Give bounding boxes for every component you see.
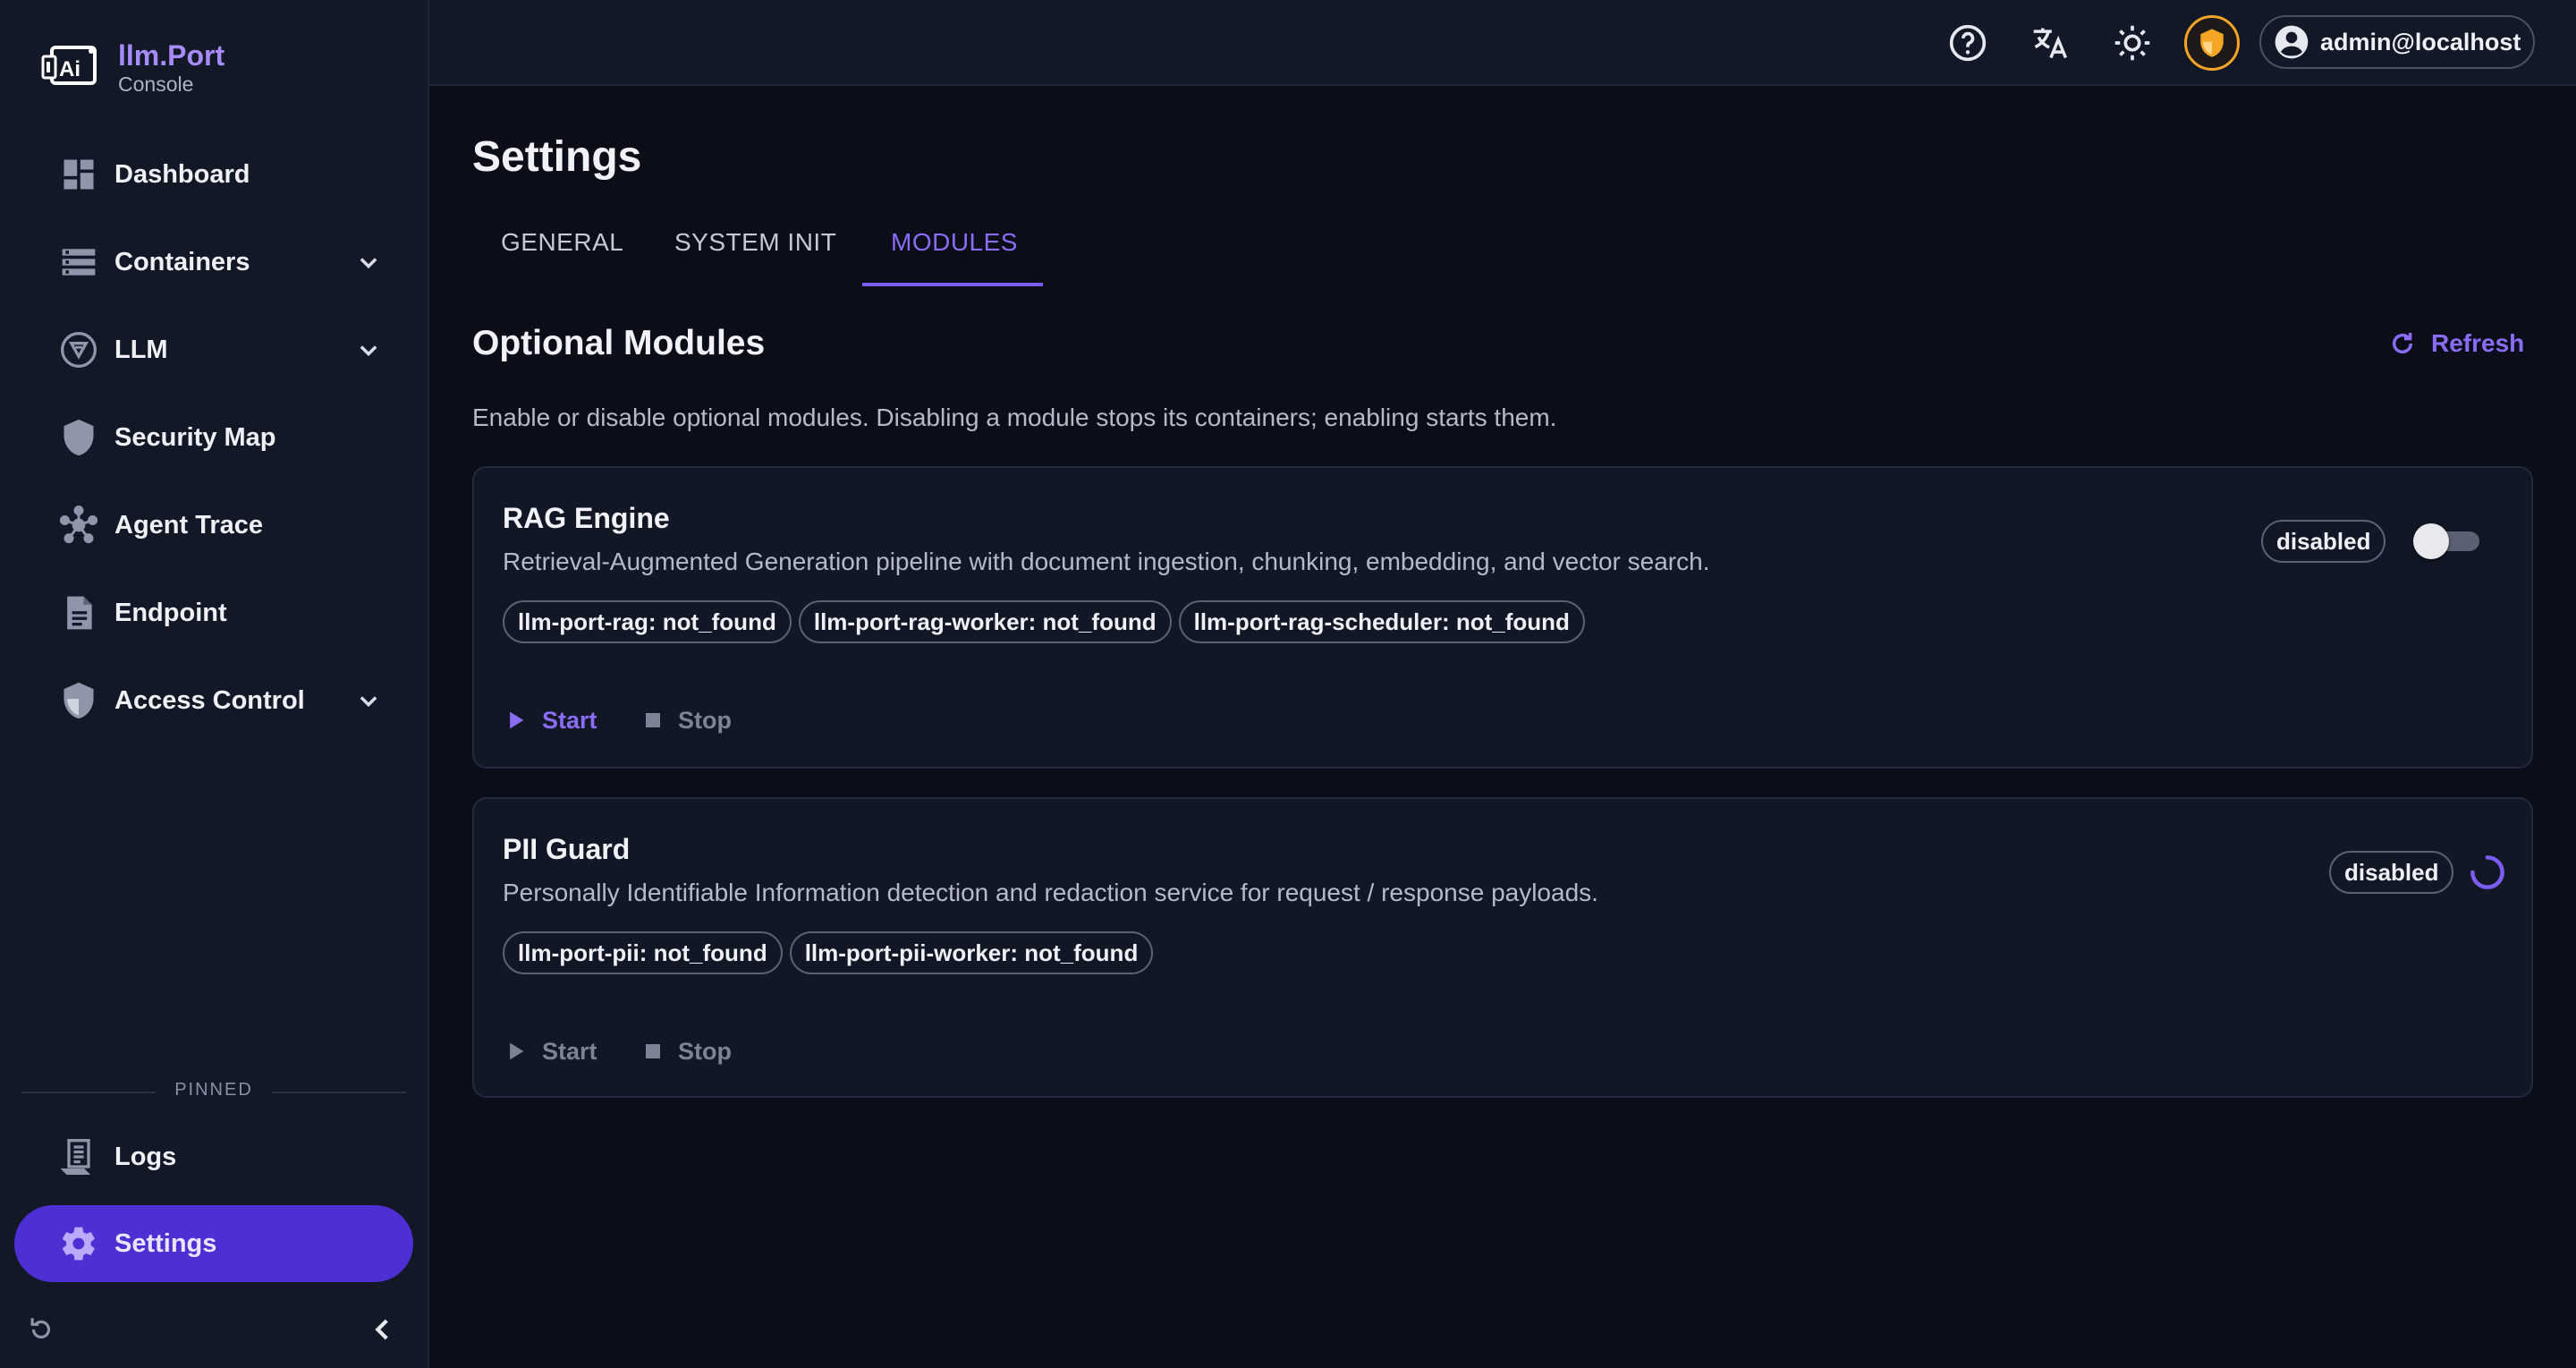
- brand[interactable]: Ai llm.Port Console: [39, 36, 225, 100]
- sidebar-item-label: LLM: [114, 335, 168, 364]
- dashboard-icon: [59, 155, 98, 194]
- brand-name: llm.Port: [118, 39, 225, 72]
- account-circle-icon: [2275, 25, 2309, 59]
- play-icon: [510, 711, 524, 729]
- sidebar: Ai llm.Port Console Dashboard Containers: [0, 0, 429, 1368]
- chevron-down-icon: [360, 258, 377, 269]
- sidebar-item-label: Dashboard: [114, 159, 250, 189]
- container-chips: llm-port-rag: not_found llm-port-rag-wor…: [503, 600, 1592, 643]
- container-chip: llm-port-pii: not_found: [503, 931, 783, 974]
- section-title: Optional Modules: [472, 324, 766, 362]
- module-enable-toggle[interactable]: [2413, 523, 2481, 559]
- section-description: Enable or disable optional modules. Disa…: [472, 404, 1557, 431]
- module-description: Retrieval-Augmented Generation pipeline …: [503, 548, 1710, 575]
- app-root: Ai llm.Port Console Dashboard Containers: [0, 0, 2576, 1368]
- sidebar-item-label: Logs: [114, 1142, 177, 1171]
- document-icon: [59, 593, 98, 633]
- start-label: Start: [542, 1037, 597, 1065]
- help-icon: [1949, 24, 1987, 62]
- restart-icon: [30, 1318, 50, 1338]
- stop-icon: [646, 713, 660, 727]
- stop-button[interactable]: Stop: [642, 702, 732, 738]
- active-tab-indicator: [862, 283, 1043, 286]
- shield-warning-icon: [2200, 29, 2224, 57]
- status-badge: disabled: [2261, 520, 2386, 563]
- sidebar-item-label: Settings: [114, 1228, 217, 1258]
- start-button[interactable]: Start: [503, 702, 597, 738]
- user-menu-button[interactable]: admin@localhost: [2259, 15, 2535, 69]
- loading-spinner-icon: [2470, 855, 2504, 889]
- sidebar-item-access-control[interactable]: Access Control: [14, 662, 413, 739]
- collapse-sidebar-button[interactable]: [363, 1310, 402, 1349]
- brand-subtitle: Console: [118, 72, 194, 96]
- sun-icon: [2114, 25, 2150, 61]
- page-title: Settings: [472, 133, 642, 181]
- stop-label: Stop: [678, 706, 732, 734]
- sidebar-item-containers[interactable]: Containers: [14, 224, 413, 301]
- container-chip: llm-port-rag-worker: not_found: [798, 600, 1172, 643]
- sidebar-item-settings[interactable]: Settings: [14, 1205, 413, 1282]
- container-chip: llm-port-rag-scheduler: not_found: [1178, 600, 1585, 643]
- theme-toggle-button[interactable]: [2111, 21, 2154, 64]
- sidebar-item-label: Security Map: [114, 422, 276, 452]
- logs-icon: [59, 1137, 98, 1177]
- start-label: Start: [542, 706, 597, 734]
- tab-system-init[interactable]: SYSTEM INIT: [674, 228, 836, 257]
- access-shield-icon: [59, 681, 98, 720]
- topbar: admin@localhost: [429, 0, 2576, 86]
- stop-button[interactable]: Stop: [642, 1033, 732, 1069]
- sidebar-item-endpoint[interactable]: Endpoint: [14, 574, 413, 651]
- refresh-icon: [2392, 333, 2413, 354]
- user-name: admin@localhost: [2320, 28, 2521, 55]
- start-button[interactable]: Start: [503, 1033, 597, 1069]
- pinned-separator: PINNED: [21, 1078, 406, 1105]
- refresh-label: Refresh: [2431, 329, 2525, 357]
- module-description: Personally Identifiable Information dete…: [503, 879, 1598, 906]
- sidebar-item-llm[interactable]: LLM: [14, 311, 413, 388]
- containers-icon: [59, 242, 98, 282]
- chevron-down-icon: [360, 696, 377, 708]
- tab-modules[interactable]: MODULES: [891, 228, 1018, 257]
- reset-button[interactable]: [21, 1310, 61, 1349]
- chevron-left-icon: [375, 1319, 388, 1340]
- gear-icon: [59, 1224, 98, 1263]
- container-chips: llm-port-pii: not_found llm-port-pii-wor…: [503, 931, 1160, 974]
- container-chip: llm-port-pii-worker: not_found: [789, 931, 1154, 974]
- status-badge: disabled: [2329, 851, 2454, 894]
- refresh-button[interactable]: Refresh: [2388, 326, 2524, 361]
- sidebar-item-security-map[interactable]: Security Map: [14, 399, 413, 476]
- sidebar-item-label: Agent Trace: [114, 510, 263, 540]
- brand-logo-icon: Ai: [41, 46, 97, 85]
- sidebar-item-label: Access Control: [114, 685, 305, 715]
- module-card-rag-engine: RAG Engine Retrieval-Augmented Generatio…: [472, 466, 2533, 769]
- llm-icon: [59, 330, 98, 370]
- module-name: RAG Engine: [503, 502, 670, 534]
- play-icon: [510, 1042, 524, 1060]
- svg-text:Ai: Ai: [59, 57, 80, 81]
- translate-icon: [2033, 28, 2068, 59]
- sidebar-item-logs[interactable]: Logs: [14, 1118, 413, 1195]
- language-button[interactable]: [2029, 21, 2072, 64]
- sidebar-item-dashboard[interactable]: Dashboard: [14, 136, 413, 213]
- pinned-label: PINNED: [174, 1080, 253, 1100]
- sidebar-item-agent-trace[interactable]: Agent Trace: [14, 487, 413, 564]
- stop-icon: [646, 1044, 660, 1058]
- stop-label: Stop: [678, 1037, 732, 1065]
- security-status-button[interactable]: [2184, 15, 2240, 71]
- hub-icon: [59, 506, 98, 545]
- chevron-down-icon: [360, 345, 377, 357]
- sidebar-item-label: Endpoint: [114, 598, 227, 627]
- module-name: PII Guard: [503, 833, 631, 865]
- sidebar-item-label: Containers: [114, 247, 250, 276]
- shield-icon: [59, 418, 98, 457]
- tab-general[interactable]: GENERAL: [501, 228, 623, 257]
- container-chip: llm-port-rag: not_found: [503, 600, 792, 643]
- help-button[interactable]: [1946, 21, 1989, 64]
- module-card-pii-guard: PII Guard Personally Identifiable Inform…: [472, 797, 2533, 1098]
